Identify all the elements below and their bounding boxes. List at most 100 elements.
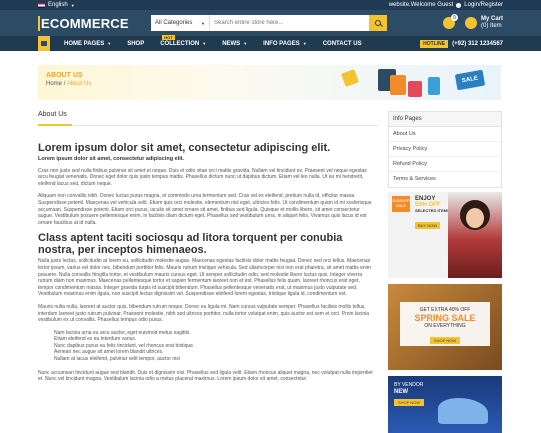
cart-label: My Cart: [480, 16, 503, 22]
nav-news[interactable]: NEWS ▼: [222, 41, 247, 47]
paragraph: Nulla justo lectus, sollicitudin at lore…: [38, 258, 371, 298]
hotline-label: HOTLINE: [420, 39, 449, 48]
info-pages-title: Info Pages: [389, 112, 501, 127]
model-face: [466, 208, 484, 228]
chevron-down-icon: ▼: [70, 2, 75, 8]
language-selector[interactable]: English ▼: [38, 2, 75, 8]
cart-icon: [464, 17, 477, 29]
nav-label: SHOP: [127, 40, 145, 47]
breadcrumb-separator: /: [63, 81, 66, 87]
sidebar-item-refund-policy[interactable]: Refund Policy: [389, 157, 501, 172]
wishlist-icon[interactable]: 0: [442, 14, 458, 29]
sidebar-item-privacy-policy[interactable]: Privacy Policy: [389, 142, 501, 157]
paragraph: Cras non justo sed nulla finibus pulvina…: [38, 167, 367, 187]
promo-banner-spring-sale[interactable]: GET EXTRA 40% OFF SPRING SALE ON EVERYTH…: [388, 284, 502, 370]
promo-panel: GET EXTRA 40% OFF SPRING SALE ON EVERYTH…: [400, 302, 490, 346]
breadcrumb-current: About Us: [66, 81, 92, 87]
breadcrumb: Home / About Us: [46, 81, 91, 87]
search-icon: [375, 20, 381, 26]
model-photo: [448, 192, 502, 278]
sidebar: Info Pages About Us Privacy Policy Refun…: [388, 111, 502, 433]
nav-label: INFO PAGES: [263, 40, 300, 47]
home-button[interactable]: [38, 36, 50, 51]
promo-banner-summer-sale[interactable]: SUMMER SALE ENJOY 50% OFF SELECTED ITEMS…: [388, 192, 502, 278]
promo-title: SPRING SALE: [414, 313, 476, 323]
promo-banner-vendor[interactable]: BY VENDOR NEW SHOP NOW: [388, 376, 502, 433]
nav-info-pages[interactable]: INFO PAGES ▼: [263, 41, 307, 47]
nav-contact-us[interactable]: CONTACT US: [323, 41, 362, 47]
nav-label: HOME PAGES: [64, 40, 105, 47]
search-category-select[interactable]: All Categories ▼: [151, 15, 210, 31]
logo-letter: E: [38, 15, 50, 31]
welcome-text: website.Welcome Guest: [388, 2, 454, 8]
chevron-down-icon: ▼: [107, 41, 112, 46]
search-bar: All Categories ▼: [151, 15, 387, 31]
search-input[interactable]: [210, 15, 369, 31]
hotline-number: (+92) 312 1234567: [452, 40, 503, 47]
sidebar-item-terms-services[interactable]: Terms & Services: [389, 172, 501, 187]
sidebar-item-about-us[interactable]: About Us: [389, 127, 501, 142]
bag-shape: [341, 69, 359, 87]
language-label: English: [48, 2, 68, 8]
logo-text: COMMERCE: [49, 15, 129, 31]
logo[interactable]: E COMMERCE: [38, 15, 151, 31]
search-button[interactable]: [369, 15, 387, 31]
shop-now-button[interactable]: SHOP NOW: [429, 337, 461, 344]
page-banner: ABOUT US Home / About Us SALE: [38, 65, 501, 100]
promo-headline: ENJOY 50% OFF SELECTED ITEMS: [415, 196, 450, 214]
chevron-down-icon: ▼: [202, 41, 207, 46]
section-heading: About Us: [38, 111, 378, 126]
content-subheading: Lorem ipsum dolor sit amet, consectetur …: [38, 156, 185, 162]
nav-label: NEWS: [222, 40, 241, 47]
shop-now-button[interactable]: SHOP NOW: [394, 399, 425, 406]
list-item: Nunc dapibus purus eu felis tincidunt, v…: [54, 342, 195, 349]
list-item: Aenean nec augue sit amet lorem blandit …: [54, 349, 164, 356]
user-icon: [456, 2, 462, 8]
header: E COMMERCE All Categories ▼ 0 My Cart (0…: [0, 10, 541, 36]
shoe-image: [438, 398, 488, 424]
banner-shopping-bags-illustration: SALE: [298, 67, 498, 98]
main-content: Lorem ipsum dolor sit amet, consectetur …: [38, 142, 376, 389]
uk-flag-icon: [38, 2, 45, 8]
content-heading-2: Class aptent taciti sociosqu ad litora t…: [38, 232, 343, 257]
bag-shape: [408, 81, 422, 97]
paragraph: Nunc accumsan tincidunt augue sed blandi…: [38, 369, 373, 383]
chevron-down-icon: ▼: [201, 20, 205, 26]
list-item: Nam lacinia urna eu arcu auctor, eget eu…: [54, 329, 191, 336]
cart-button[interactable]: My Cart (0) Item: [464, 16, 503, 30]
bag-shape: [428, 77, 440, 95]
title-underline: [38, 124, 72, 126]
summer-sale-tag: SUMMER SALE: [392, 196, 410, 212]
list-item: Nullam at lacus eleifend, pulvinar velit…: [54, 356, 180, 363]
nav-label: CONTACT US: [322, 40, 362, 47]
home-icon: [41, 41, 47, 46]
promo-line: BY VENDOR: [394, 382, 424, 388]
search-category-label: All Categories: [155, 20, 193, 26]
content-heading: Lorem ipsum dolor sit amet, consectetur …: [38, 142, 331, 154]
chevron-down-icon: ▼: [243, 41, 248, 46]
divider: [38, 125, 378, 126]
breadcrumb-home[interactable]: Home: [46, 81, 62, 87]
info-pages-box: Info Pages About Us Privacy Policy Refun…: [388, 111, 502, 188]
chevron-down-icon: ▼: [302, 41, 307, 46]
login-register-link[interactable]: Login/Register: [464, 2, 503, 8]
nav-collection[interactable]: HOT COLLECTION ▼: [160, 34, 207, 47]
nav-home-pages[interactable]: HOME PAGES ▼: [64, 41, 111, 47]
promo-line: ON EVERYTHING: [424, 323, 466, 329]
paragraph: Aliquam non convallis nibh. Donec luctus…: [38, 193, 372, 226]
hot-badge: HOT: [162, 34, 175, 40]
hotline: HOTLINE (+92) 312 1234567: [420, 39, 503, 48]
paragraph: Mauris nulla nulla, laoreet at auctor qu…: [38, 303, 369, 324]
nav-shop[interactable]: SHOP: [127, 41, 144, 47]
nav-label: COLLECTION: [160, 40, 200, 47]
list-item: Etiam eleifend ex eu interdum varius.: [54, 336, 137, 343]
buy-now-button[interactable]: BUY NOW: [415, 222, 441, 229]
cart-amount: (0) Item: [480, 23, 502, 29]
sale-tag: SALE: [454, 69, 486, 91]
sale-tag-label: SALE: [461, 75, 479, 85]
content-list: Nam lacinia urna eu arcu auctor, eget eu…: [54, 330, 376, 363]
top-bar: English ▼ website.Welcome Guest Login/Re…: [0, 0, 541, 10]
wishlist-count: 0: [450, 14, 458, 21]
promo-title: NEW: [394, 389, 408, 395]
bag-shape: [390, 75, 406, 95]
